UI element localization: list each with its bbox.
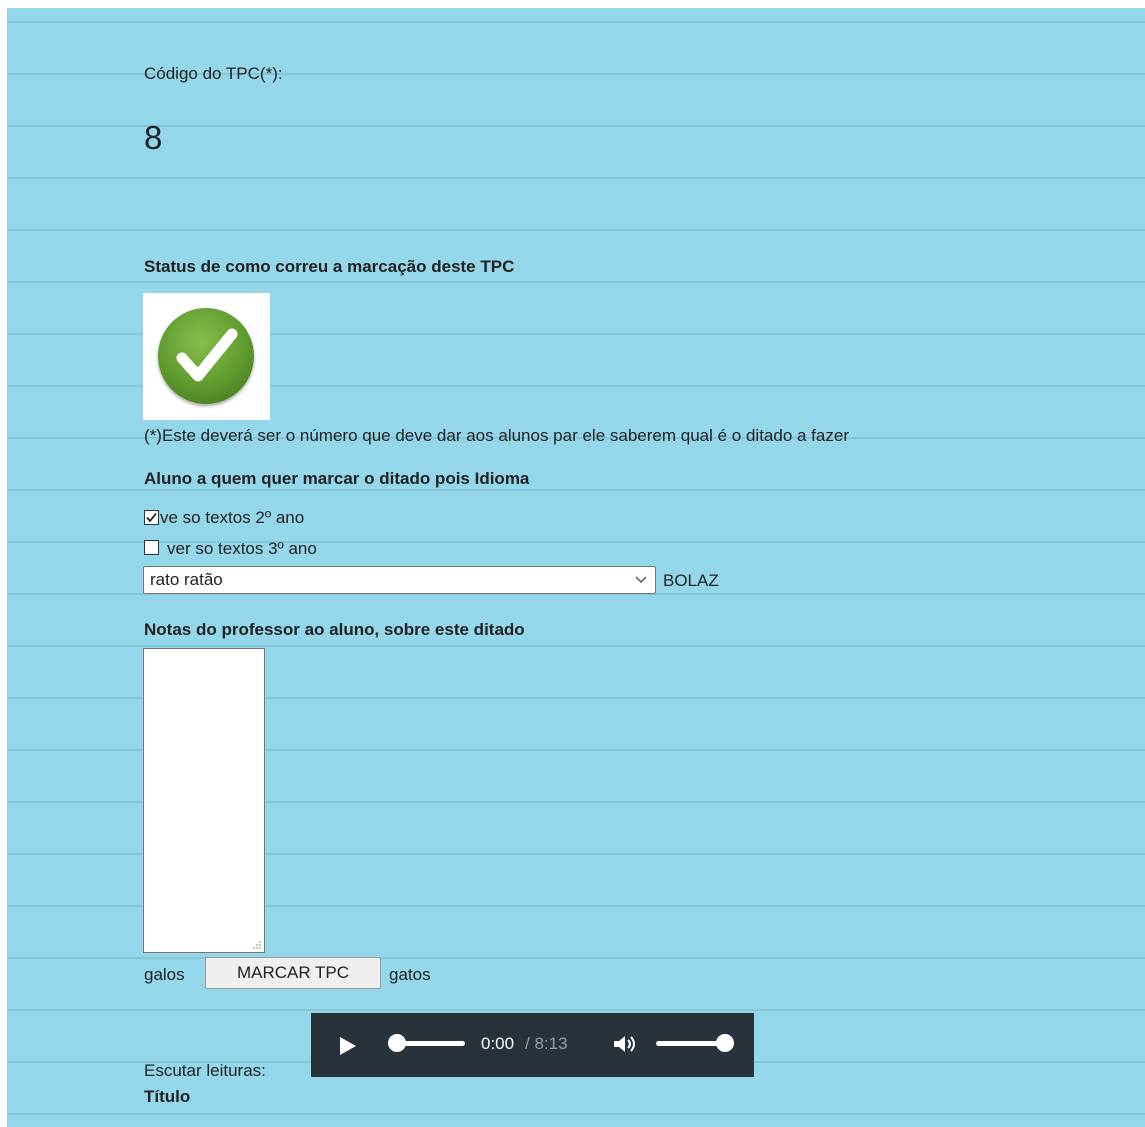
- volume-track[interactable]: [656, 1041, 724, 1046]
- notes-heading: Notas do professor ao aluno, sobre este …: [144, 620, 525, 639]
- galos-text: galos: [144, 965, 185, 984]
- duration: / 8:13: [525, 1034, 568, 1053]
- green-check-icon: [158, 308, 254, 404]
- play-icon[interactable]: [339, 1036, 357, 1056]
- volume-thumb[interactable]: [716, 1034, 734, 1052]
- checkbox-2-ano-label: ve so textos 2º ano: [160, 508, 305, 527]
- listen-label: Escutar leituras:: [144, 1061, 266, 1080]
- select-value: rato ratão: [150, 570, 223, 589]
- checkbox-3-ano[interactable]: [144, 540, 159, 555]
- volume-icon[interactable]: [613, 1034, 639, 1054]
- student-heading: Aluno a quem quer marcar o ditado pois I…: [144, 469, 530, 488]
- gatos-text: gatos: [389, 965, 431, 984]
- code-note: (*)Este deverá ser o número que deve dar…: [144, 426, 849, 445]
- progress-thumb[interactable]: [388, 1034, 406, 1052]
- code-value: 8: [144, 119, 163, 156]
- text-select[interactable]: rato ratão: [143, 566, 656, 594]
- resize-handle-icon[interactable]: [252, 940, 262, 950]
- status-image: [143, 293, 270, 420]
- marcar-tpc-button[interactable]: MARCAR TPC: [205, 957, 381, 989]
- chevron-down-icon: [635, 576, 647, 584]
- checkmark-icon: [146, 512, 157, 523]
- current-time: 0:00: [481, 1034, 515, 1053]
- select-suffix: BOLAZ: [663, 571, 719, 590]
- audio-player: 0:00 / 8:13: [311, 1013, 754, 1077]
- status-heading: Status de como correu a marcação deste T…: [144, 257, 515, 276]
- form-panel: Código do TPC(*): 8 Status de como corre…: [7, 8, 1145, 1127]
- titulo-header: Título: [144, 1087, 191, 1106]
- checkbox-3-ano-label: ver so textos 3º ano: [167, 539, 317, 558]
- checkbox-2-ano[interactable]: [144, 510, 159, 525]
- code-label: Código do TPC(*):: [144, 64, 283, 83]
- notes-textarea[interactable]: [143, 648, 265, 953]
